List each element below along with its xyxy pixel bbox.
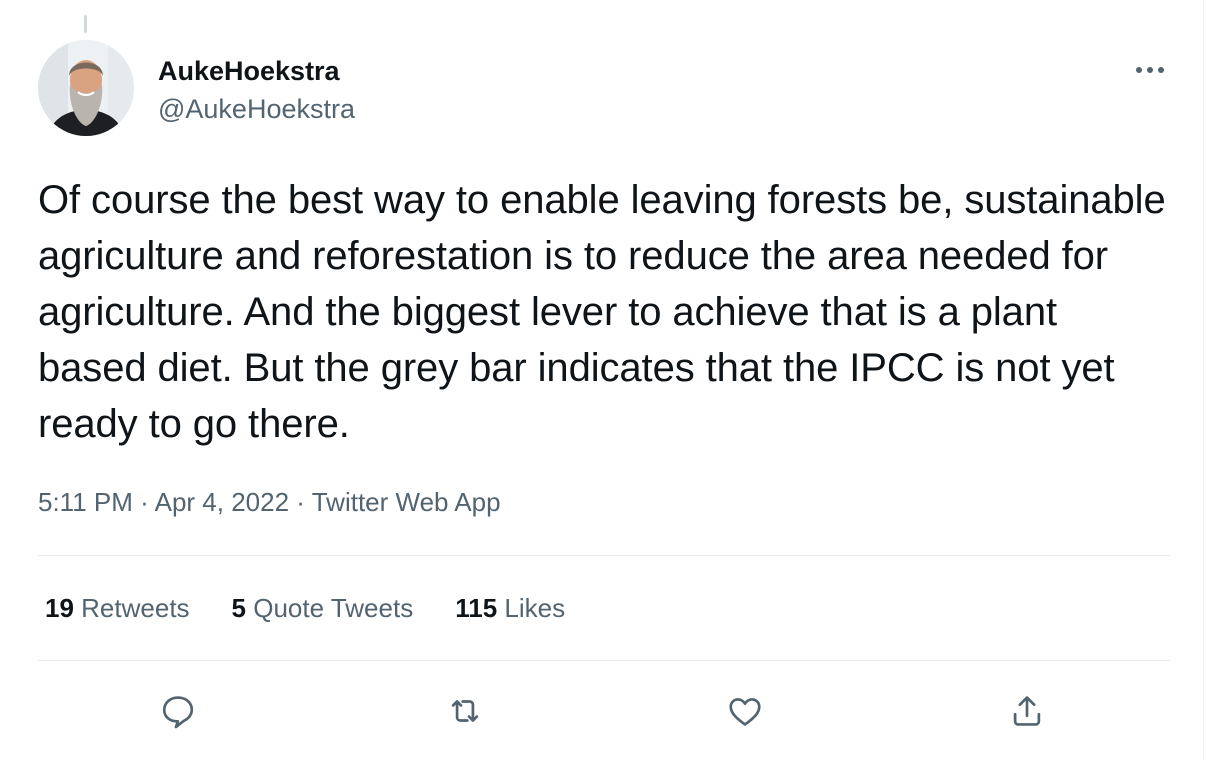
reply-button[interactable] bbox=[153, 686, 203, 736]
thread-connector-line bbox=[84, 15, 87, 33]
meta-separator: · bbox=[296, 487, 305, 517]
user-names: AukeHoekstra @AukeHoekstra bbox=[158, 54, 355, 126]
retweets-label: Retweets bbox=[81, 593, 190, 623]
heart-icon bbox=[729, 698, 761, 726]
retweets-stat[interactable]: 19 Retweets bbox=[45, 590, 190, 626]
tweet-time[interactable]: 5:11 PM bbox=[38, 487, 133, 517]
tweet-header: AukeHoekstra @AukeHoekstra bbox=[38, 40, 1170, 140]
actions-top-divider bbox=[38, 660, 1170, 661]
display-name[interactable]: AukeHoekstra bbox=[158, 54, 355, 88]
likes-stat[interactable]: 115 Likes bbox=[455, 590, 565, 626]
tweet-source[interactable]: Twitter Web App bbox=[312, 487, 501, 517]
stats-top-divider bbox=[38, 555, 1170, 556]
tweet-meta: 5:11 PM · Apr 4, 2022 · Twitter Web App bbox=[38, 484, 501, 520]
retweet-button[interactable] bbox=[440, 686, 490, 736]
more-dots-icon bbox=[1136, 67, 1164, 73]
quote-tweets-stat[interactable]: 5 Quote Tweets bbox=[232, 590, 414, 626]
tweet-text: Of course the best way to enable leaving… bbox=[38, 178, 1166, 446]
tweet-page: AukeHoekstra @AukeHoekstra Of course the… bbox=[0, 0, 1220, 760]
avatar[interactable] bbox=[38, 40, 134, 136]
quote-tweets-count: 5 bbox=[231, 593, 247, 623]
share-icon bbox=[1013, 696, 1041, 726]
retweet-icon bbox=[451, 700, 479, 722]
tweet-stats: 19 Retweets 5 Quote Tweets 115 Likes bbox=[45, 590, 565, 626]
reply-icon bbox=[162, 696, 194, 729]
user-handle[interactable]: @AukeHoekstra bbox=[158, 92, 355, 126]
tweet-date[interactable]: Apr 4, 2022 bbox=[155, 487, 289, 517]
share-button[interactable] bbox=[1002, 686, 1052, 736]
retweets-count: 19 bbox=[45, 593, 74, 623]
likes-count: 115 bbox=[455, 593, 498, 623]
column-border bbox=[1203, 0, 1204, 760]
avatar-photo bbox=[38, 40, 134, 136]
like-button[interactable] bbox=[720, 686, 770, 736]
quote-tweets-label: Quote Tweets bbox=[253, 593, 414, 623]
meta-separator: · bbox=[140, 487, 149, 517]
likes-label: Likes bbox=[504, 593, 566, 623]
tweet-actions bbox=[38, 686, 1170, 736]
more-options-button[interactable] bbox=[1130, 58, 1170, 82]
